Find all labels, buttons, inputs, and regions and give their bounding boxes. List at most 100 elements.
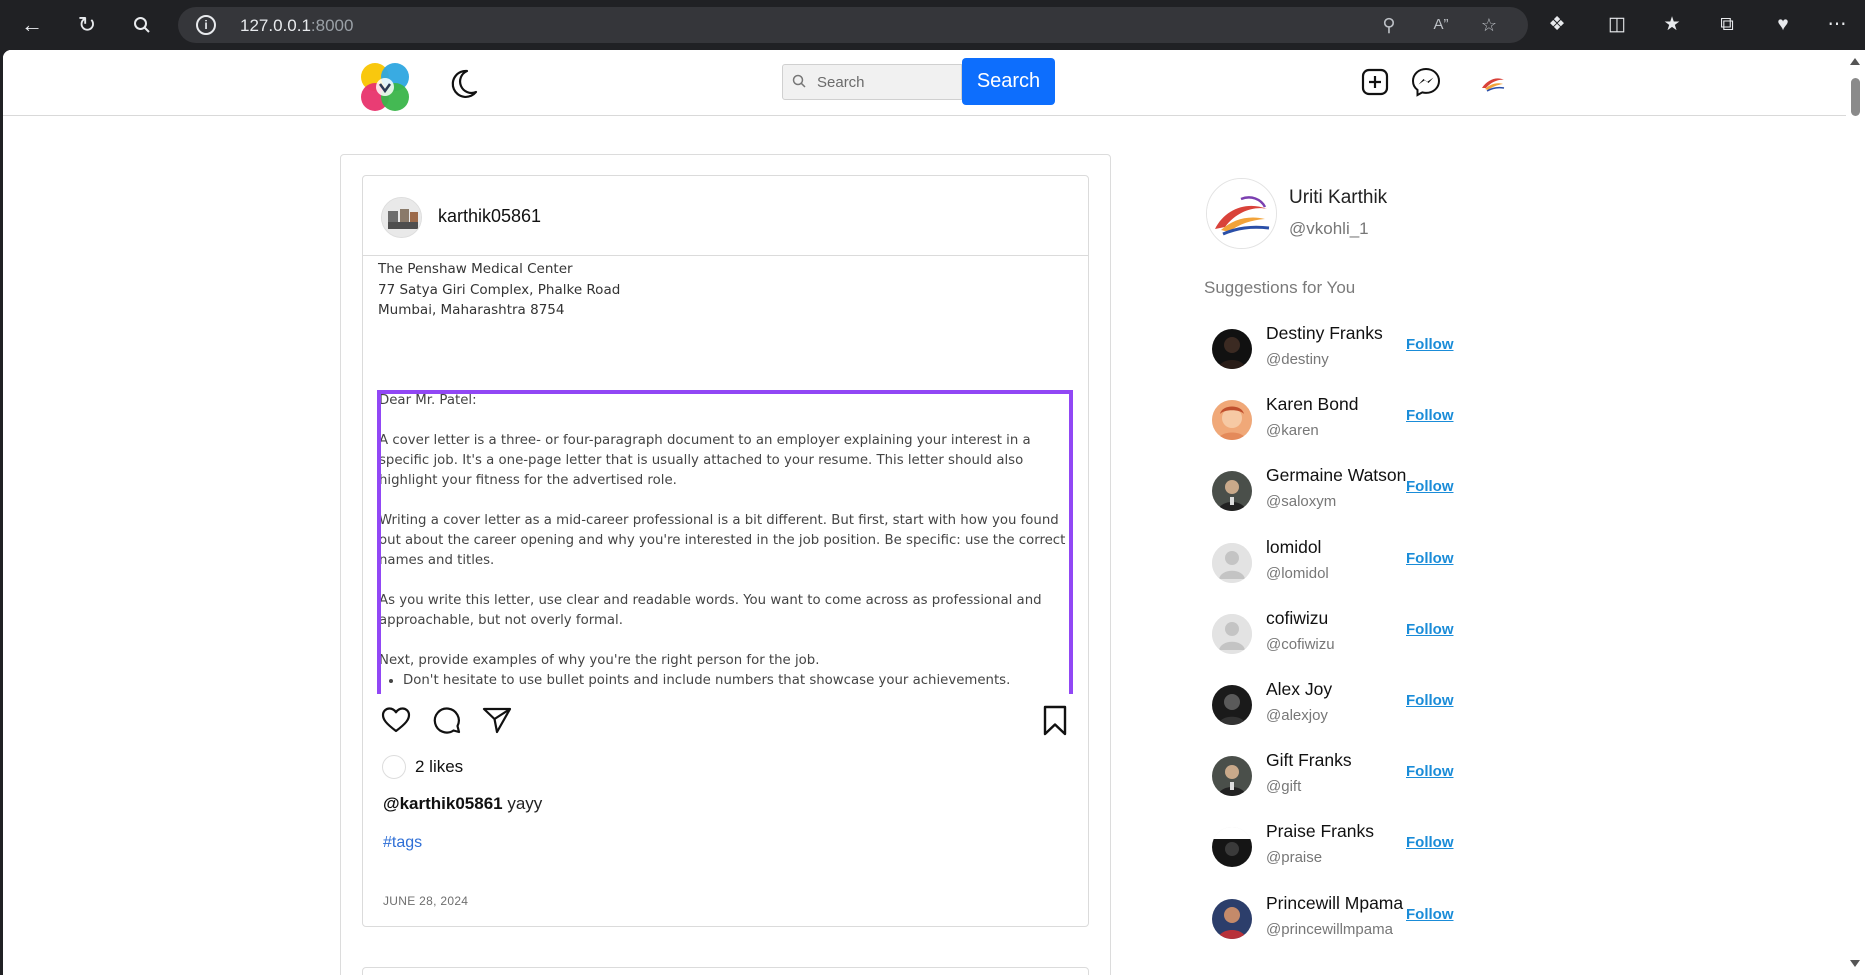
- address-bar[interactable]: i 127.0.0.1:8000 ⚲ A” ☆: [178, 7, 1528, 43]
- post-image: The Penshaw Medical Center 77 Satya Giri…: [363, 257, 1088, 694]
- suggestion-name[interactable]: cofiwizu: [1266, 608, 1328, 629]
- suggestion-handle: @alexjoy: [1266, 707, 1328, 724]
- header-profile-avatar[interactable]: [1477, 66, 1509, 98]
- url-text: 127.0.0.1:8000: [240, 16, 354, 35]
- suggestion-item: Germaine Watson @saloxym Follow: [1206, 465, 1466, 525]
- reload-icon[interactable]: ↻: [72, 10, 102, 40]
- post-tags-link[interactable]: #tags: [383, 834, 422, 852]
- split-screen-icon[interactable]: ◫: [1603, 11, 1631, 39]
- follow-button[interactable]: Follow: [1406, 834, 1454, 851]
- more-menu-icon[interactable]: ⋯: [1823, 11, 1851, 39]
- suggestion-avatar[interactable]: [1212, 471, 1252, 511]
- page-viewport: Search karthik05861 The Penshaw Medical …: [3, 50, 1846, 975]
- suggestion-handle: @lomidol: [1266, 565, 1329, 582]
- suggestion-handle: @princewillmpama: [1266, 921, 1393, 938]
- suggestion-item: cofiwizu @cofiwizu Follow: [1206, 608, 1466, 668]
- suggestion-handle: @saloxym: [1266, 493, 1337, 510]
- suggestion-name[interactable]: Princewill Mpama: [1266, 893, 1403, 914]
- suggestion-handle: @destiny: [1266, 351, 1329, 368]
- follow-button[interactable]: Follow: [1406, 336, 1454, 353]
- follow-button[interactable]: Follow: [1406, 478, 1454, 495]
- suggestion-handle: @gift: [1266, 778, 1302, 795]
- suggestion-name[interactable]: Alex Joy: [1266, 679, 1332, 700]
- suggestion-avatar[interactable]: [1212, 685, 1252, 725]
- suggestion-name[interactable]: Germaine Watson: [1266, 465, 1406, 486]
- profile-avatar[interactable]: [1206, 178, 1277, 249]
- suggestion-avatar[interactable]: [1212, 756, 1252, 796]
- scroll-up-arrow-icon[interactable]: [1850, 58, 1860, 65]
- back-icon[interactable]: ←: [17, 10, 47, 40]
- scroll-down-arrow-icon[interactable]: [1850, 960, 1860, 967]
- follow-button[interactable]: Follow: [1406, 906, 1454, 923]
- feed-container: karthik05861 The Penshaw Medical Center …: [340, 154, 1111, 975]
- suggestion-item: Karen Bond @karen Follow: [1206, 394, 1466, 454]
- post-date: JUNE 28, 2024: [383, 894, 469, 908]
- profile-handle: @vkohli_1: [1289, 219, 1369, 238]
- site-info-icon[interactable]: i: [196, 15, 216, 35]
- star-icon[interactable]: ☆: [1478, 14, 1500, 36]
- profile-name[interactable]: Uriti Karthik: [1289, 187, 1387, 209]
- search-input[interactable]: [817, 71, 957, 93]
- follow-button[interactable]: Follow: [1406, 407, 1454, 424]
- site-header: Search: [3, 50, 1846, 116]
- like-heart-icon[interactable]: [380, 704, 412, 736]
- suggestion-name[interactable]: Karen Bond: [1266, 394, 1358, 415]
- suggestions-title: Suggestions for You: [1204, 278, 1356, 297]
- comment-bubble-icon[interactable]: [431, 704, 463, 736]
- default-avatar-icon[interactable]: [1212, 543, 1252, 583]
- suggestion-name[interactable]: Destiny Franks: [1266, 323, 1383, 344]
- suggestion-avatar[interactable]: [1212, 899, 1252, 939]
- selection-highlight-box: [377, 390, 1073, 694]
- share-send-icon[interactable]: [481, 704, 513, 736]
- post-author-avatar[interactable]: [381, 197, 422, 238]
- collections-icon[interactable]: ⧉: [1713, 11, 1741, 39]
- post-caption: @karthik05861 yayy: [383, 794, 542, 814]
- favorites-icon[interactable]: ★: [1658, 11, 1686, 39]
- vertical-scrollbar[interactable]: [1846, 50, 1865, 975]
- browser-toolbar: ← ↻ i 127.0.0.1:8000 ⚲ A” ☆ ❖ ◫ ★ ⧉ ♥ ⋯: [0, 0, 1865, 50]
- suggestion-name[interactable]: Gift Franks: [1266, 750, 1352, 771]
- search-browser-icon[interactable]: [127, 10, 157, 40]
- follow-button[interactable]: Follow: [1406, 550, 1454, 567]
- messenger-icon[interactable]: [1410, 66, 1442, 98]
- bookmark-icon[interactable]: [1039, 704, 1071, 736]
- liker-avatar: [382, 755, 406, 779]
- suggestion-avatar[interactable]: [1212, 827, 1252, 867]
- suggestion-avatar[interactable]: [1212, 329, 1252, 369]
- suggestion-item: Praise Franks @praise Follow: [1206, 821, 1466, 881]
- suggestion-avatar[interactable]: [1212, 400, 1252, 440]
- follow-button[interactable]: Follow: [1406, 763, 1454, 780]
- post-header: karthik05861: [363, 176, 1088, 256]
- app-logo[interactable]: [358, 60, 412, 114]
- extensions-icon[interactable]: ❖: [1543, 11, 1571, 39]
- follow-button[interactable]: Follow: [1406, 692, 1454, 709]
- caption-username[interactable]: @karthik05861: [383, 794, 503, 813]
- browser-essentials-icon[interactable]: ♥: [1769, 11, 1797, 39]
- suggestion-handle: @praise: [1266, 849, 1323, 866]
- read-aloud-icon[interactable]: A”: [1430, 14, 1452, 36]
- key-icon[interactable]: ⚲: [1378, 14, 1400, 36]
- follow-button[interactable]: Follow: [1406, 621, 1454, 638]
- search-button[interactable]: Search: [962, 58, 1055, 105]
- post-author-username[interactable]: karthik05861: [438, 206, 541, 227]
- caption-text: yayy: [507, 794, 543, 813]
- create-post-plus-icon[interactable]: [1359, 66, 1391, 98]
- default-avatar-icon[interactable]: [1212, 614, 1252, 654]
- suggestion-item: lomidol @lomidol Follow: [1206, 537, 1466, 597]
- suggestion-name[interactable]: lomidol: [1266, 537, 1321, 558]
- suggestion-handle: @cofiwizu: [1266, 636, 1335, 653]
- suggestion-item: Gift Franks @gift Follow: [1206, 750, 1466, 810]
- search-box: [782, 64, 962, 100]
- post-card: karthik05861 The Penshaw Medical Center …: [362, 175, 1089, 927]
- next-post-card: [362, 967, 1089, 975]
- suggestion-item: Destiny Franks @destiny Follow: [1206, 323, 1466, 383]
- suggestion-item: Princewill Mpama @princewillmpama Follow: [1206, 893, 1466, 953]
- dark-mode-moon-icon[interactable]: [445, 65, 481, 101]
- scrollbar-thumb[interactable]: [1851, 78, 1860, 116]
- suggestion-handle: @karen: [1266, 422, 1319, 439]
- suggestion-item: Alex Joy @alexjoy Follow: [1206, 679, 1466, 739]
- letter-address: The Penshaw Medical Center 77 Satya Giri…: [378, 261, 621, 318]
- search-icon: [792, 74, 806, 88]
- likes-count[interactable]: 2 likes: [415, 757, 463, 777]
- suggestion-name[interactable]: Praise Franks: [1266, 821, 1374, 842]
